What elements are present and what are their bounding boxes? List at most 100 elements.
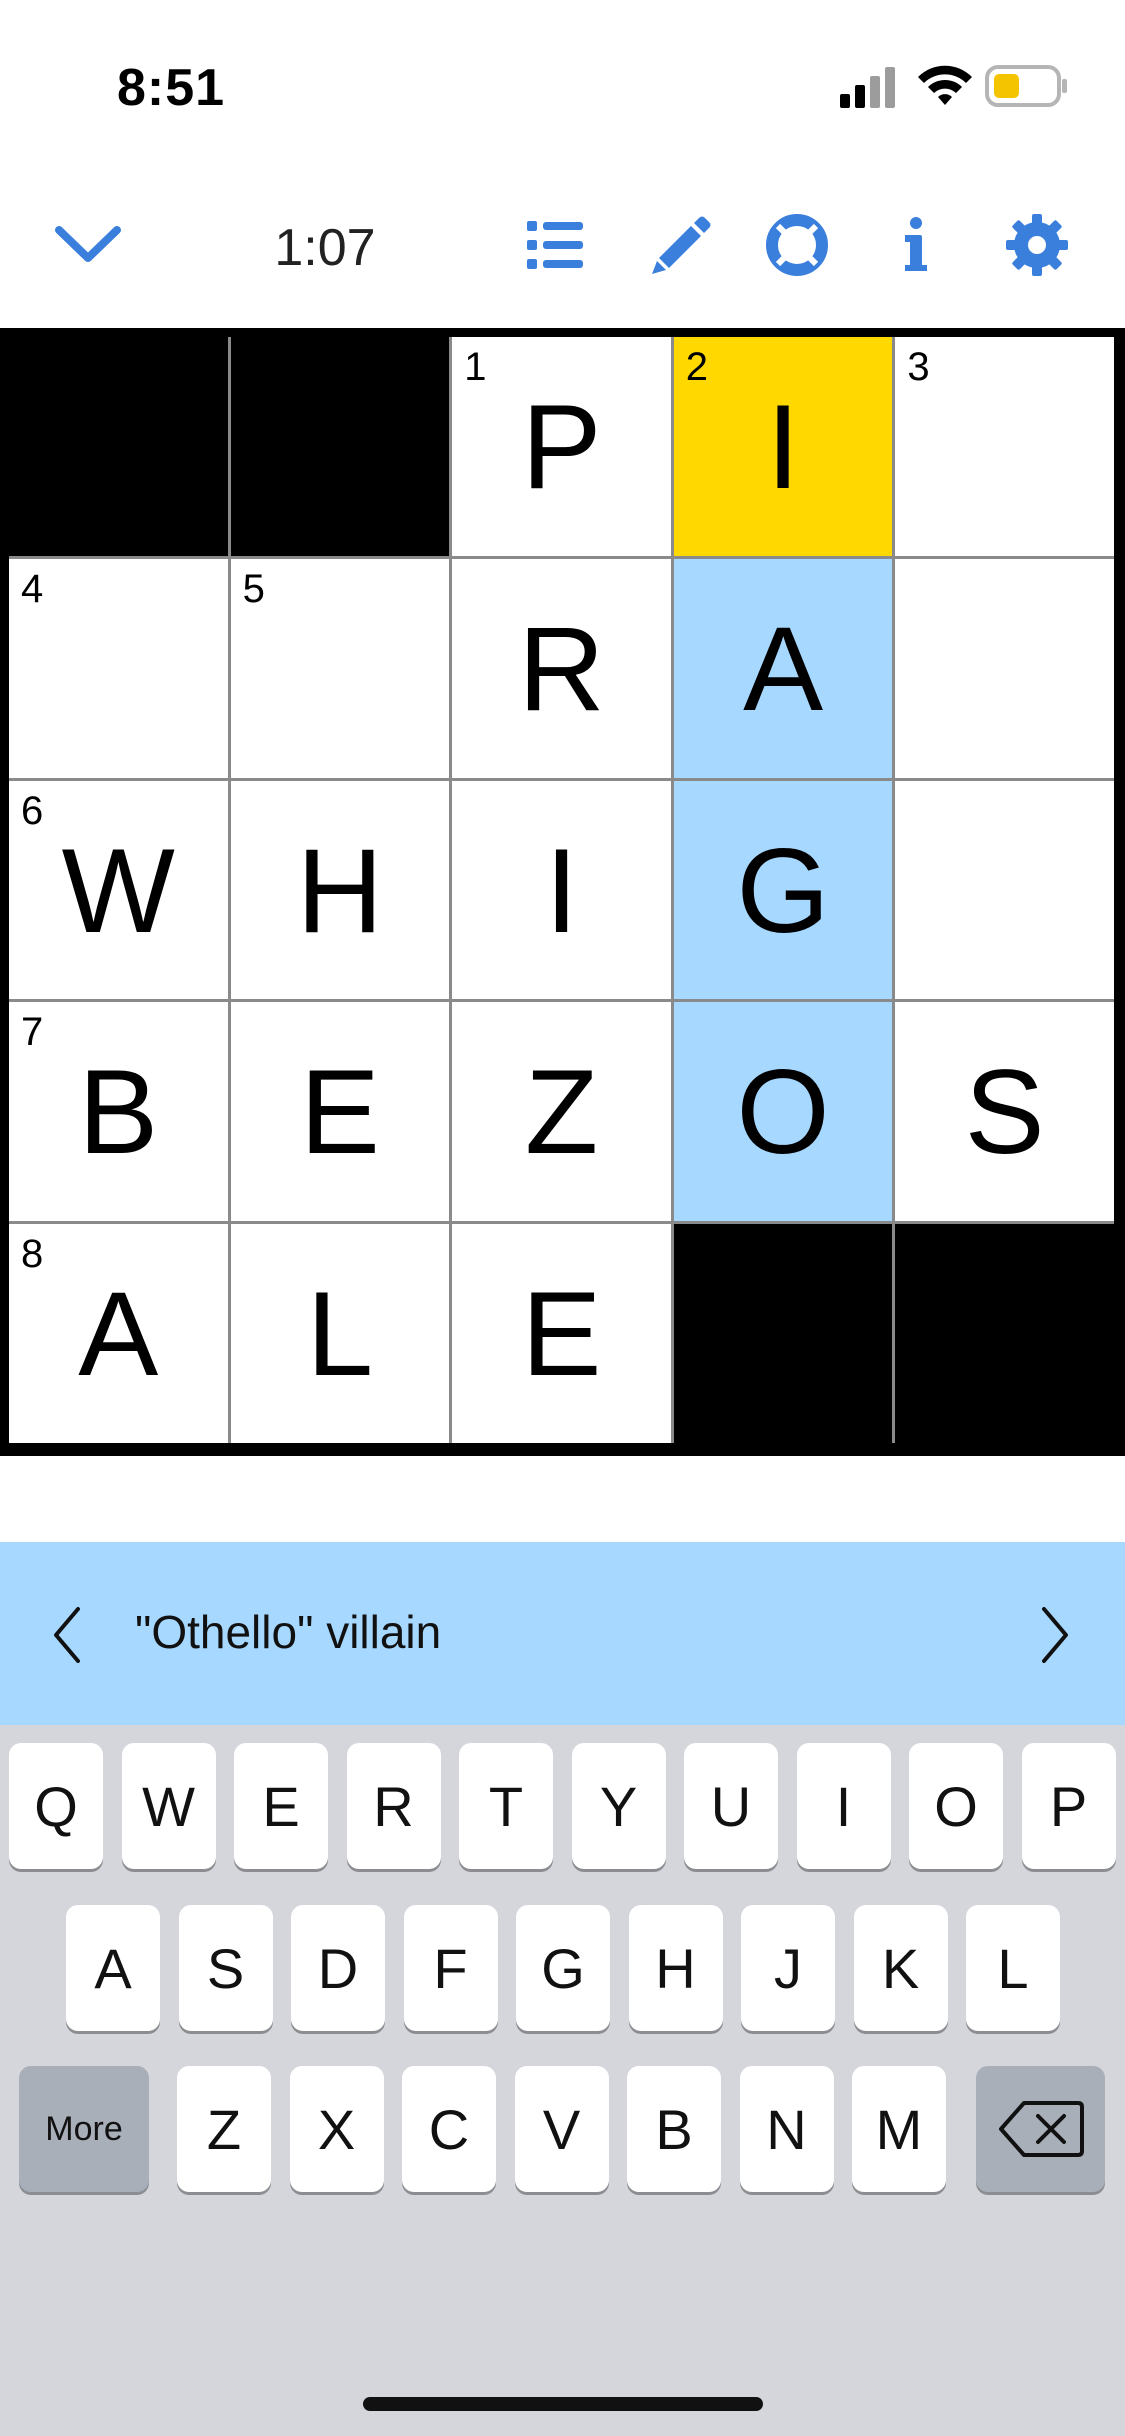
key-r[interactable]: R [346, 1743, 441, 1869]
cell-letter: P [521, 380, 602, 514]
cellular-signal-icon [840, 67, 895, 108]
key-h[interactable]: H [628, 1905, 723, 2031]
grid-cell[interactable]: R [452, 558, 671, 778]
key-s[interactable]: S [178, 1905, 273, 2031]
help-lifebuoy-button[interactable] [757, 205, 837, 285]
gear-icon [1006, 214, 1068, 276]
more-key[interactable]: More [19, 2066, 149, 2192]
key-l[interactable]: L [966, 1905, 1060, 2031]
cell-letter: I [544, 823, 579, 958]
key-d[interactable]: D [291, 1905, 385, 2031]
grid-cell[interactable]: 4 [9, 558, 228, 778]
key-y[interactable]: Y [571, 1743, 666, 1869]
battery-icon [985, 65, 1067, 107]
cell-letter: E [299, 1045, 380, 1180]
cell-letter: W [61, 823, 175, 958]
black-cell [673, 1224, 893, 1443]
clue-number: 3 [907, 345, 930, 389]
grid-cell[interactable] [895, 780, 1114, 1000]
key-q[interactable]: Q [9, 1743, 103, 1869]
keyboard: More QWERTYUIOP ASDFGHJKL ZXCVBNM [0, 1725, 1125, 2436]
grid-cell[interactable]: O [673, 1002, 893, 1222]
grid-cell[interactable]: 3 [895, 337, 1114, 556]
chevron-right-icon [1042, 1606, 1068, 1663]
grid-cell[interactable]: 7B [9, 1002, 228, 1222]
grid-cell[interactable]: S [895, 1002, 1114, 1222]
key-m[interactable]: M [852, 2066, 946, 2192]
black-cell [230, 337, 450, 556]
cell-letter: I [766, 380, 800, 514]
wifi-icon [918, 65, 972, 105]
next-clue-button[interactable] [1020, 1597, 1090, 1672]
cell-letter: A [743, 601, 824, 736]
clue-list-button[interactable] [515, 205, 595, 285]
cell-letter: B [78, 1045, 159, 1180]
grid-cell[interactable]: E [230, 1002, 450, 1222]
previous-clue-button[interactable] [32, 1597, 102, 1672]
key-j[interactable]: J [741, 1905, 835, 2031]
clue-number: 8 [21, 1232, 44, 1277]
grid-cell[interactable]: H [230, 780, 450, 1000]
key-o[interactable]: O [909, 1743, 1003, 1869]
crossword-grid: 1P2I345RA6WHIG7BEZOS8ALE [9, 337, 1114, 1443]
grid-cell[interactable]: Z [452, 1002, 671, 1222]
key-u[interactable]: U [684, 1743, 778, 1869]
cell-letter: Z [524, 1045, 599, 1180]
key-a[interactable]: A [66, 1905, 160, 2031]
key-t[interactable]: T [459, 1743, 553, 1869]
pencil-mode-button[interactable] [640, 205, 720, 285]
collapse-chevron-button[interactable] [48, 205, 128, 285]
grid-cell[interactable]: I [452, 780, 671, 1000]
key-f[interactable]: F [403, 1905, 498, 2031]
cell-letter: S [964, 1045, 1045, 1180]
key-c[interactable]: C [402, 2066, 496, 2192]
status-bar: 8:51 [0, 0, 1125, 170]
key-i[interactable]: I [796, 1743, 891, 1869]
cell-letter: A [78, 1267, 159, 1402]
info-button[interactable] [876, 205, 956, 285]
key-b[interactable]: B [627, 2066, 721, 2192]
grid-cell[interactable]: 2I [673, 337, 893, 556]
cell-letter: G [736, 823, 830, 958]
cell-letter: R [518, 601, 605, 736]
grid-cell[interactable]: A [673, 558, 893, 778]
chevron-left-icon [54, 1606, 80, 1663]
backspace-key[interactable] [976, 2066, 1105, 2192]
lifebuoy-icon [766, 214, 828, 276]
backspace-icon [998, 2101, 1084, 2157]
clue-bar[interactable]: "Othello" villain [0, 1542, 1125, 1725]
key-n[interactable]: N [739, 2066, 834, 2192]
grid-cell[interactable] [895, 558, 1114, 778]
list-icon [527, 221, 583, 269]
puzzle-timer[interactable]: 1:07 [270, 218, 380, 278]
grid-cell[interactable]: L [230, 1224, 450, 1443]
key-p[interactable]: P [1021, 1743, 1116, 1869]
black-cell [895, 1224, 1114, 1443]
info-icon [905, 217, 927, 271]
key-x[interactable]: X [289, 2066, 384, 2192]
pencil-icon [652, 216, 711, 274]
home-indicator [363, 2397, 763, 2411]
grid-cell[interactable]: 6W [9, 780, 228, 1000]
black-cell [9, 337, 228, 556]
key-e[interactable]: E [234, 1743, 328, 1869]
grid-cell[interactable]: 5 [230, 558, 450, 778]
clue-number: 6 [21, 788, 44, 833]
clue-number: 7 [21, 1010, 44, 1055]
clue-number: 4 [21, 566, 44, 611]
grid-cell[interactable]: E [452, 1224, 671, 1443]
chevron-down-icon [55, 226, 121, 262]
clue-number: 5 [242, 566, 265, 611]
key-z[interactable]: Z [177, 2066, 271, 2192]
cell-letter: L [306, 1267, 374, 1402]
key-v[interactable]: V [514, 2066, 609, 2192]
clue-number: 2 [685, 345, 709, 389]
key-k[interactable]: K [853, 1905, 948, 2031]
grid-cell[interactable]: 8A [9, 1224, 228, 1443]
key-g[interactable]: G [516, 1905, 610, 2031]
grid-cell[interactable]: G [673, 780, 893, 1000]
clue-number: 1 [464, 345, 487, 389]
key-w[interactable]: W [121, 1743, 216, 1869]
settings-button[interactable] [997, 205, 1077, 285]
grid-cell[interactable]: 1P [452, 337, 671, 556]
